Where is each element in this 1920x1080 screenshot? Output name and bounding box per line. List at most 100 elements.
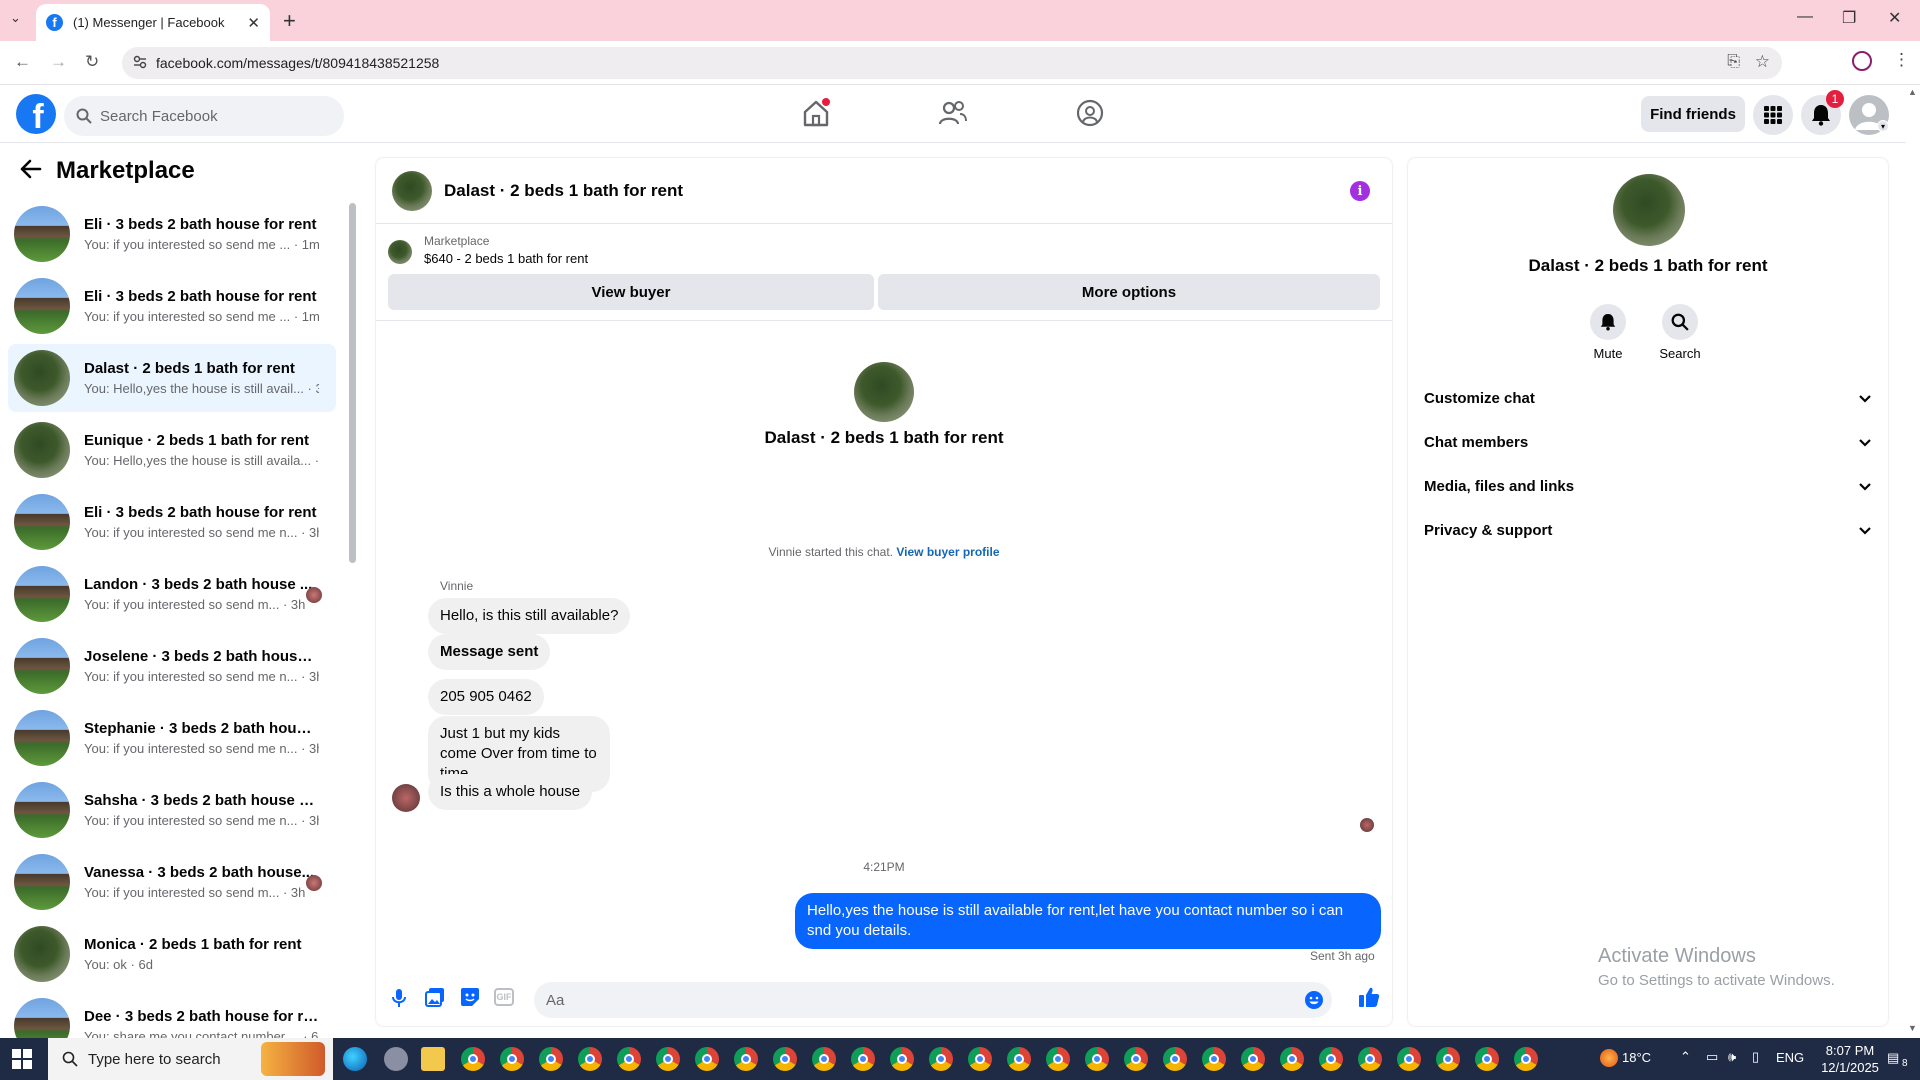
chrome-icon[interactable]: [1436, 1047, 1460, 1071]
browser-menu-icon[interactable]: ⋮: [1893, 50, 1910, 70]
conversation-item[interactable]: Monica · 2 beds 1 bath for rent You: ok ·…: [8, 920, 336, 988]
chrome-icon[interactable]: [1280, 1047, 1304, 1071]
chat-header[interactable]: Dalast · 2 beds 1 bath for rent i: [376, 158, 1392, 224]
conversation-item[interactable]: Eli · 3 beds 2 bath house for rent You: i…: [8, 200, 336, 268]
url-field[interactable]: facebook.com/messages/t/809418438521258 …: [122, 47, 1782, 79]
new-tab-icon[interactable]: +: [283, 8, 296, 34]
chrome-icon[interactable]: [1046, 1047, 1070, 1071]
account-chevron-icon[interactable]: ▾: [1877, 120, 1889, 132]
message-bubble[interactable]: Message sent: [428, 634, 551, 670]
chrome-icon[interactable]: [1124, 1047, 1148, 1071]
edge-icon[interactable]: [343, 1047, 367, 1071]
message-input[interactable]: Aa: [534, 982, 1332, 1018]
conversation-item[interactable]: Dee · 3 beds 2 bath house for rent You: s…: [8, 992, 336, 1038]
chat-title[interactable]: Dalast · 2 beds 1 bath for rent: [444, 181, 683, 201]
groups-icon[interactable]: [1075, 99, 1105, 127]
tab-search-icon[interactable]: ⌄: [10, 10, 21, 26]
emoji-icon[interactable]: [1304, 990, 1324, 1010]
app-icon[interactable]: [384, 1047, 408, 1071]
conversation-item[interactable]: Eli · 3 beds 2 bath house for rent You: i…: [8, 488, 336, 556]
install-app-icon[interactable]: ⎘: [1727, 53, 1740, 71]
chrome-icon[interactable]: [773, 1047, 797, 1071]
chrome-icon[interactable]: [1397, 1047, 1421, 1071]
message-bubble[interactable]: Is this a whole house: [428, 774, 593, 810]
view-buyer-button[interactable]: View buyer: [388, 274, 874, 310]
network-icon[interactable]: ▭: [1706, 1049, 1718, 1065]
chrome-icon[interactable]: [968, 1047, 992, 1071]
chrome-icon[interactable]: [578, 1047, 602, 1071]
chrome-icon[interactable]: [812, 1047, 836, 1071]
find-friends-button[interactable]: Find friends: [1641, 96, 1745, 132]
message-bubble[interactable]: Hello, is this still available?: [428, 598, 631, 634]
facebook-logo-icon[interactable]: f: [16, 94, 56, 134]
bookmark-star-icon[interactable]: ☆: [1755, 52, 1770, 72]
windows-start-icon[interactable]: [12, 1049, 32, 1069]
conversation-item[interactable]: Vanessa · 3 beds 2 bath house... You: if …: [8, 848, 336, 916]
chrome-icon[interactable]: [1007, 1047, 1031, 1071]
chrome-icon[interactable]: [851, 1047, 875, 1071]
conversation-item[interactable]: Landon · 3 beds 2 bath house ... You: if …: [8, 560, 336, 628]
chrome-icon[interactable]: [1202, 1047, 1226, 1071]
customize-chat-section[interactable]: Customize chat: [1424, 390, 1872, 407]
buyer-avatar[interactable]: [392, 784, 420, 812]
taskbar-search[interactable]: Type here to search: [48, 1038, 333, 1080]
language-indicator[interactable]: ENG: [1776, 1050, 1804, 1065]
chrome-icon[interactable]: [734, 1047, 758, 1071]
chrome-icon[interactable]: [539, 1047, 563, 1071]
back-arrow-icon[interactable]: [20, 159, 42, 179]
conversation-item[interactable]: Eunique · 2 beds 1 bath for rent You: Hel…: [8, 416, 336, 484]
clock-date[interactable]: 12/1/2025: [1820, 1060, 1880, 1075]
chrome-icon[interactable]: [500, 1047, 524, 1071]
battery-icon[interactable]: ▯: [1752, 1049, 1759, 1065]
reload-icon[interactable]: ↻: [85, 52, 99, 72]
sidebar-scrollbar[interactable]: [349, 203, 356, 563]
photo-icon[interactable]: [425, 987, 445, 1007]
gif-icon[interactable]: GIF: [494, 988, 514, 1006]
mute-button[interactable]: Mute: [1572, 304, 1644, 361]
facebook-search[interactable]: Search Facebook: [64, 96, 344, 136]
message-bubble[interactable]: 205 905 0462: [428, 679, 544, 715]
restore-icon[interactable]: ❐: [1842, 8, 1856, 28]
my-message-bubble[interactable]: Hello,yes the house is still available f…: [795, 893, 1381, 949]
friends-icon[interactable]: [938, 99, 968, 127]
weather-temp[interactable]: 18°C: [1622, 1050, 1651, 1065]
info-icon[interactable]: i: [1350, 181, 1370, 201]
chrome-icon[interactable]: [695, 1047, 719, 1071]
search-in-chat-button[interactable]: Search: [1644, 304, 1716, 361]
view-buyer-profile-link[interactable]: View buyer profile: [896, 545, 999, 559]
chrome-icon[interactable]: [1163, 1047, 1187, 1071]
listing-thumbnail[interactable]: [388, 240, 412, 264]
chrome-icon[interactable]: [1514, 1047, 1538, 1071]
back-icon[interactable]: ←: [14, 52, 31, 72]
listing-price[interactable]: $640 - 2 beds 1 bath for rent: [424, 251, 588, 266]
tab-close-icon[interactable]: ✕: [247, 14, 260, 32]
weather-icon[interactable]: [1600, 1049, 1618, 1067]
sticker-icon[interactable]: [460, 987, 480, 1007]
minimize-icon[interactable]: —: [1797, 8, 1813, 26]
chrome-icon[interactable]: [1241, 1047, 1265, 1071]
volume-icon[interactable]: 🕪: [1728, 1049, 1736, 1065]
chrome-icon[interactable]: [1085, 1047, 1109, 1071]
clock-time[interactable]: 8:07 PM: [1820, 1043, 1880, 1058]
like-icon[interactable]: [1358, 986, 1380, 1008]
microphone-icon[interactable]: [390, 988, 408, 1008]
conversation-item[interactable]: Sahsha · 3 beds 2 bath house fo... You: i…: [8, 776, 336, 844]
privacy-support-section[interactable]: Privacy & support: [1424, 522, 1872, 539]
conversation-item[interactable]: Stephanie · 3 beds 2 bath house ... You: …: [8, 704, 336, 772]
forward-icon[interactable]: →: [50, 52, 67, 72]
chrome-icon[interactable]: [929, 1047, 953, 1071]
chrome-icon[interactable]: [1358, 1047, 1382, 1071]
chevron-up-icon[interactable]: ⌃: [1680, 1049, 1691, 1065]
profile-icon[interactable]: [1852, 51, 1872, 71]
site-info-icon[interactable]: [132, 54, 148, 70]
browser-tab[interactable]: f (1) Messenger | Facebook ✕: [36, 4, 270, 41]
more-options-button[interactable]: More options: [878, 274, 1380, 310]
conversation-item[interactable]: Dalast · 2 beds 1 bath for rent You: Hell…: [8, 344, 336, 412]
chrome-icon[interactable]: [656, 1047, 680, 1071]
file-explorer-icon[interactable]: [421, 1047, 445, 1071]
notification-center-icon[interactable]: ▤: [1887, 1050, 1899, 1066]
chrome-icon[interactable]: [1475, 1047, 1499, 1071]
media-files-links-section[interactable]: Media, files and links: [1424, 478, 1872, 495]
chrome-icon[interactable]: [1319, 1047, 1343, 1071]
chat-avatar[interactable]: [392, 170, 432, 211]
